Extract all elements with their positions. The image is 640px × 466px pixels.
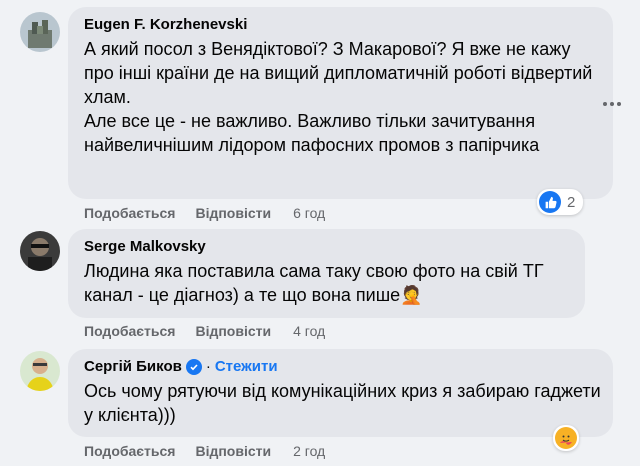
- comment-time[interactable]: 6 год: [293, 205, 325, 221]
- follow-button[interactable]: Стежити: [215, 357, 278, 377]
- comment-time[interactable]: 4 год: [293, 323, 325, 339]
- more-options-icon[interactable]: [600, 96, 624, 112]
- comment-text: Людина яка поставила сама таку свою фото…: [84, 261, 544, 305]
- avatar[interactable]: [20, 12, 60, 52]
- comment-author[interactable]: Serge Malkovsky: [84, 237, 573, 257]
- author-name[interactable]: Serge Malkovsky: [84, 237, 206, 257]
- verified-badge-icon: [185, 359, 202, 375]
- comment-author[interactable]: Сергій Биков · Стежити: [84, 357, 601, 377]
- like-button[interactable]: Подобається: [84, 205, 175, 221]
- comment-bubble: Serge Malkovsky Людина яка поставила сам…: [68, 229, 585, 318]
- reply-button[interactable]: Відповісти: [195, 205, 271, 221]
- like-button[interactable]: Подобається: [84, 443, 175, 459]
- reply-button[interactable]: Відповісти: [195, 443, 271, 459]
- care-icon: [555, 427, 577, 449]
- comment-actions: Подобається Відповісти 4 год: [84, 323, 345, 339]
- reaction-count: 2: [567, 193, 576, 211]
- like-icon: [539, 191, 561, 213]
- author-name[interactable]: Eugen F. Korzhenevski: [84, 15, 247, 35]
- comment-text: Ось чому рятуючи від комунікаційних криз…: [84, 381, 601, 425]
- like-button[interactable]: Подобається: [84, 323, 175, 339]
- comment-author[interactable]: Eugen F. Korzhenevski: [84, 15, 601, 35]
- reaction-summary[interactable]: [553, 425, 579, 451]
- comment-text: А який посол з Венядіктової? З Макарової…: [84, 39, 593, 155]
- comment-actions: Подобається Відповісти 2 год: [84, 443, 345, 459]
- avatar[interactable]: [20, 351, 60, 391]
- avatar[interactable]: [20, 231, 60, 271]
- separator-dot: ·: [205, 358, 211, 375]
- reply-button[interactable]: Відповісти: [195, 323, 271, 339]
- comment-bubble: Сергій Биков · Стежити Ось чому рятуючи …: [68, 349, 613, 437]
- comment-bubble: Eugen F. Korzhenevski А який посол з Вен…: [68, 7, 613, 199]
- comment-time[interactable]: 2 год: [293, 443, 325, 459]
- reaction-summary[interactable]: 2: [537, 189, 584, 215]
- comment-actions: Подобається Відповісти 6 год: [84, 205, 345, 221]
- author-name[interactable]: Сергій Биков: [84, 357, 182, 377]
